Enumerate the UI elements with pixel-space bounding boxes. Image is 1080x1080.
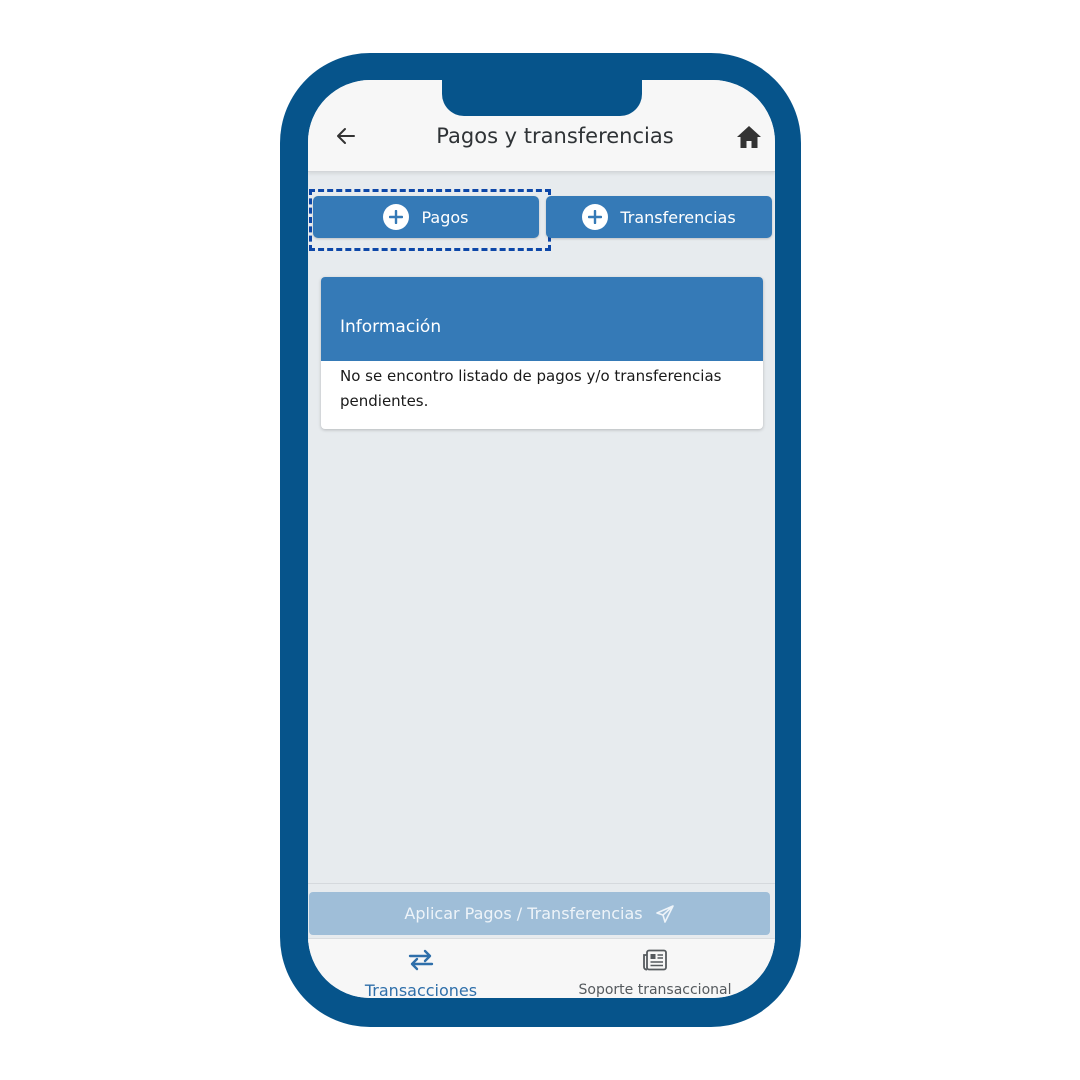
transferencias-button[interactable]: Transferencias	[546, 196, 772, 238]
nav-label-soporte: Soporte transaccional	[578, 982, 732, 998]
pagos-button[interactable]: Pagos	[313, 196, 539, 238]
home-button[interactable]	[736, 125, 762, 149]
action-row: Pagos Transferencias	[308, 188, 775, 251]
transferencias-button-label: Transferencias	[620, 207, 736, 227]
transfer-arrows-icon	[408, 949, 434, 971]
nav-item-transacciones[interactable]: Transacciones	[308, 939, 534, 998]
page-title: Pagos y transferencias	[436, 124, 674, 148]
plus-circle-icon	[582, 204, 609, 230]
newspaper-icon	[643, 949, 667, 971]
info-card-title: Información	[321, 277, 763, 361]
info-card-message: No se encontro listado de pagos y/o tran…	[340, 367, 722, 410]
apply-payments-button[interactable]: Aplicar Pagos / Transferencias	[309, 892, 770, 935]
bottom-nav: Transacciones Soporte transaccional	[308, 938, 775, 998]
send-icon	[655, 904, 674, 923]
pagos-button-label: Pagos	[421, 207, 469, 227]
apply-bar: Aplicar Pagos / Transferencias	[308, 883, 775, 943]
phone-screen: Pagos y transferencias Pagos Transferenc…	[308, 80, 775, 998]
arrow-left-icon	[337, 128, 355, 144]
phone-notch	[442, 80, 642, 116]
plus-circle-icon	[383, 204, 410, 230]
nav-label-transacciones: Transacciones	[364, 981, 478, 998]
nav-item-soporte[interactable]: Soporte transaccional	[538, 939, 772, 998]
info-card: Información No se encontro listado de pa…	[321, 277, 763, 429]
apply-button-label: Aplicar Pagos / Transferencias	[404, 904, 643, 923]
home-icon	[737, 126, 761, 148]
back-button[interactable]	[334, 124, 358, 148]
